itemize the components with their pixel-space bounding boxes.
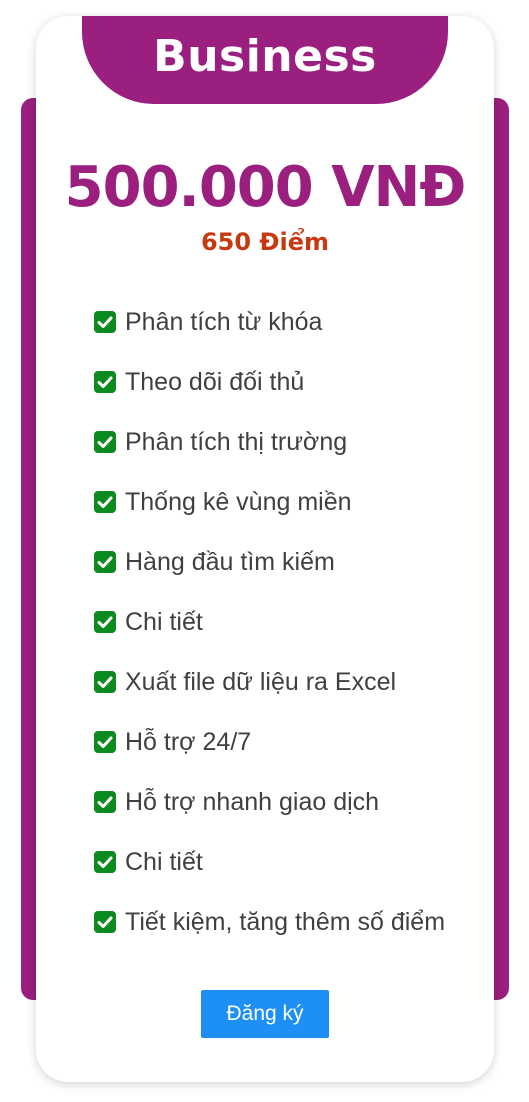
feature-label: Xuất file dữ liệu ra Excel (125, 668, 397, 696)
check-square-icon (94, 311, 116, 333)
feature-label: Phân tích từ khóa (125, 308, 323, 336)
check-square-icon (94, 791, 116, 813)
plan-price: 500.000 VNĐ (64, 155, 467, 220)
check-square-icon (94, 371, 116, 393)
plan-points: 650 Điểm (200, 228, 330, 256)
plan-name: Business (153, 30, 377, 82)
check-square-icon (94, 491, 116, 513)
feature-item: Phân tích thị trường (94, 422, 445, 482)
check-square-icon (94, 431, 116, 453)
feature-label: Theo dõi đối thủ (125, 368, 305, 396)
feature-item: Chi tiết (94, 602, 445, 662)
feature-item: Phân tích từ khóa (94, 302, 445, 362)
check-square-icon (94, 851, 116, 873)
feature-item: Tiết kiệm, tăng thêm số điểm (94, 902, 445, 962)
feature-label: Chi tiết (125, 608, 203, 636)
feature-item: Hàng đầu tìm kiếm (94, 542, 445, 602)
check-square-icon (94, 611, 116, 633)
check-square-icon (94, 911, 116, 933)
feature-item: Thống kê vùng miền (94, 482, 445, 542)
feature-label: Hỗ trợ nhanh giao dịch (125, 788, 380, 816)
register-button[interactable]: Đăng ký (201, 990, 329, 1038)
feature-item: Xuất file dữ liệu ra Excel (94, 662, 445, 722)
feature-item: Hỗ trợ 24/7 (94, 722, 445, 782)
feature-label: Thống kê vùng miền (125, 488, 352, 516)
plan-header: Business (82, 16, 448, 104)
check-square-icon (94, 551, 116, 573)
feature-label: Hỗ trợ 24/7 (125, 728, 252, 756)
feature-label: Phân tích thị trường (125, 428, 348, 456)
feature-list: Phân tích từ khóa Theo dõi đối thủ Phân … (94, 302, 445, 962)
feature-item: Theo dõi đối thủ (94, 362, 445, 422)
feature-label: Chi tiết (125, 848, 203, 876)
check-square-icon (94, 731, 116, 753)
feature-label: Tiết kiệm, tăng thêm số điểm (125, 908, 446, 936)
feature-item: Chi tiết (94, 842, 445, 902)
feature-item: Hỗ trợ nhanh giao dịch (94, 782, 445, 842)
check-square-icon (94, 671, 116, 693)
feature-label: Hàng đầu tìm kiếm (125, 548, 335, 576)
